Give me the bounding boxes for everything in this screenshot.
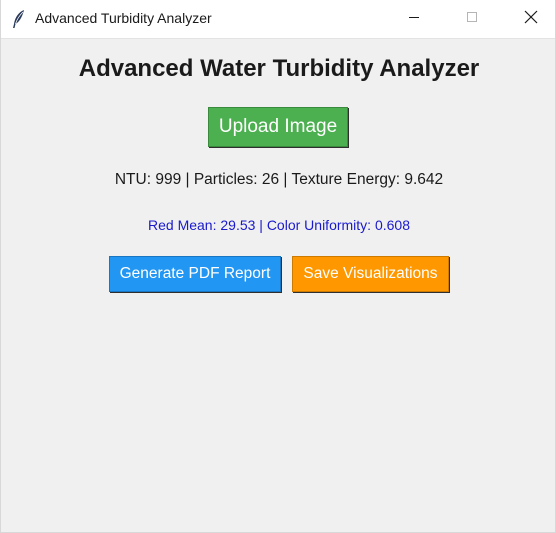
- title-bar[interactable]: Advanced Turbidity Analyzer: [1, 0, 555, 39]
- app-window: Advanced Turbidity Analyzer Advanced Wat…: [0, 0, 556, 533]
- window-title: Advanced Turbidity Analyzer: [35, 10, 212, 26]
- minimize-icon: [408, 10, 420, 28]
- feather-icon: [10, 9, 28, 29]
- upload-image-button[interactable]: Upload Image: [208, 107, 348, 147]
- metrics-label: NTU: 999 | Particles: 26 | Texture Energ…: [114, 171, 444, 188]
- color-metrics-label: Red Mean: 29.53 | Color Uniformity: 0.60…: [148, 217, 410, 233]
- maximize-icon: [466, 10, 478, 28]
- close-button[interactable]: [508, 0, 554, 38]
- main-content: Advanced Water Turbidity Analyzer Upload…: [1, 39, 555, 532]
- minimize-button[interactable]: [391, 0, 437, 38]
- generate-pdf-report-button[interactable]: Generate PDF Report: [109, 256, 281, 292]
- maximize-button[interactable]: [449, 0, 495, 38]
- save-visualizations-button[interactable]: Save Visualizations: [292, 256, 449, 292]
- page-title: Advanced Water Turbidity Analyzer: [78, 55, 480, 82]
- close-icon: [524, 10, 538, 29]
